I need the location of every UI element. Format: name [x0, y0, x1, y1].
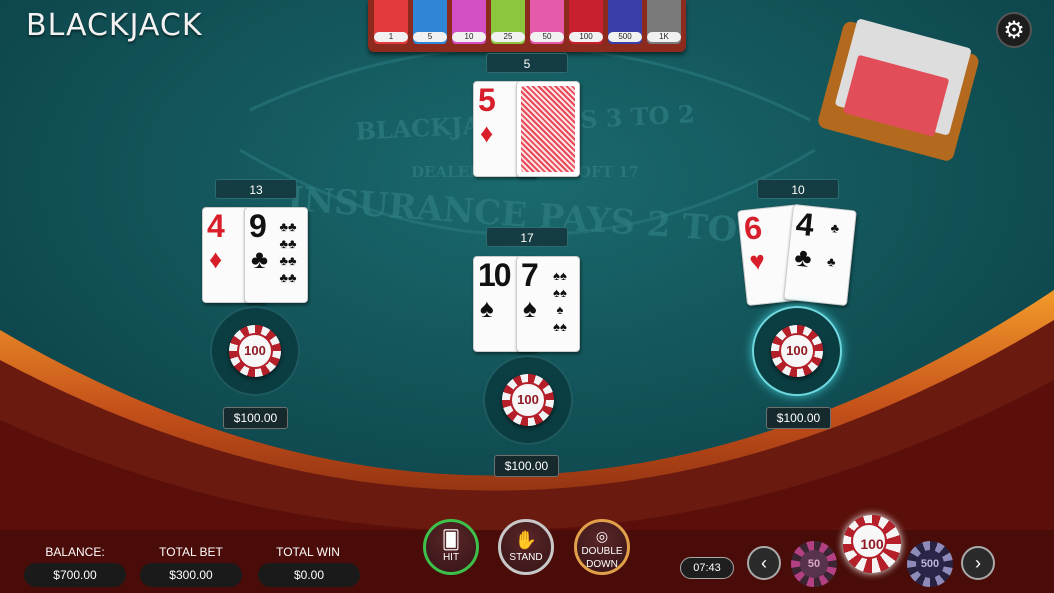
hand-icon: ✋ — [514, 530, 538, 550]
heart-icon: ♥ — [747, 245, 767, 277]
club-icon: ♣ — [251, 244, 269, 274]
rack-chip-10: 10 — [452, 0, 486, 44]
chip-select-50[interactable]: 50 — [791, 541, 837, 587]
hand-3-card-2: 4 ♣ ♣ ♣ — [783, 203, 857, 307]
card-pips: ♠♠ ♠♠ ♠ ♠♠ — [553, 268, 567, 334]
diamond-icon: ♦ — [209, 244, 223, 274]
hit-card-icon: 🂠 — [441, 530, 461, 550]
hand-2-bet-chip: 100 — [502, 374, 554, 426]
rack-chip-1k: 1K — [647, 0, 681, 44]
settings-button[interactable]: ⚙ — [996, 12, 1032, 48]
card-pips: ♣♣ ♣♣ ♣♣ ♣♣ — [279, 219, 297, 285]
hand-1-score: 13 — [215, 179, 297, 199]
hand-3-bet-amount: $100.00 — [766, 407, 831, 429]
balance-label: BALANCE: — [45, 545, 105, 559]
double-down-button[interactable]: ◎ DOUBLE DOWN — [574, 519, 630, 575]
chip-next-button[interactable]: › — [961, 546, 995, 580]
hand-2-bet-amount: $100.00 — [494, 455, 559, 477]
total-win-value: $0.00 — [258, 563, 360, 587]
spade-icon: ♠ — [523, 293, 537, 323]
hand-2-score: 17 — [486, 227, 568, 247]
hand-1-bet-amount: $100.00 — [223, 407, 288, 429]
chip-rack: 1 5 10 25 50 100 500 1K — [368, 0, 686, 52]
hand-2-card-2: 7 ♠ ♠♠ ♠♠ ♠ ♠♠ — [516, 256, 580, 352]
dealer-score: 5 — [486, 53, 568, 73]
clock: 07:43 — [680, 557, 734, 579]
rack-chip-500: 500 — [608, 0, 642, 44]
hand-3-score: 10 — [757, 179, 839, 199]
rack-chip-100: 100 — [569, 0, 603, 44]
balance-value: $700.00 — [24, 563, 126, 587]
hand-1-bet-chip: 100 — [229, 325, 281, 377]
spade-icon: ♠ — [480, 293, 494, 323]
diamond-icon: ♦ — [480, 118, 494, 148]
hand-3-bet-chip: 100 — [771, 325, 823, 377]
total-bet-value: $300.00 — [140, 563, 242, 587]
chip-select-100-selected[interactable]: 100 — [843, 515, 901, 573]
gear-icon: ⚙ — [1003, 17, 1025, 44]
club-icon: ♣ — [793, 241, 814, 274]
chip-select-500[interactable]: 500 — [907, 541, 953, 587]
dealer-card-hidden — [516, 81, 580, 177]
card-rank: 5 — [478, 82, 496, 118]
rack-chip-50: 50 — [530, 0, 564, 44]
rack-chip-5: 5 — [413, 0, 447, 44]
chip-prev-button[interactable]: ‹ — [747, 546, 781, 580]
card-pips: ♣ ♣ — [826, 220, 840, 270]
stand-button[interactable]: ✋ STAND — [498, 519, 554, 575]
chips-icon: ◎ — [595, 528, 609, 544]
hand-1-card-2: 9 ♣ ♣♣ ♣♣ ♣♣ ♣♣ — [244, 207, 308, 303]
rack-chip-1: 1 — [374, 0, 408, 44]
total-bet-label: TOTAL BET — [159, 545, 223, 559]
chevron-left-icon: ‹ — [761, 553, 767, 573]
total-win-label: TOTAL WIN — [276, 545, 340, 559]
chevron-right-icon: › — [975, 553, 981, 573]
game-title: BLACKJACK — [26, 8, 203, 43]
hit-button[interactable]: 🂠 HIT — [423, 519, 479, 575]
rack-chip-25: 25 — [491, 0, 525, 44]
